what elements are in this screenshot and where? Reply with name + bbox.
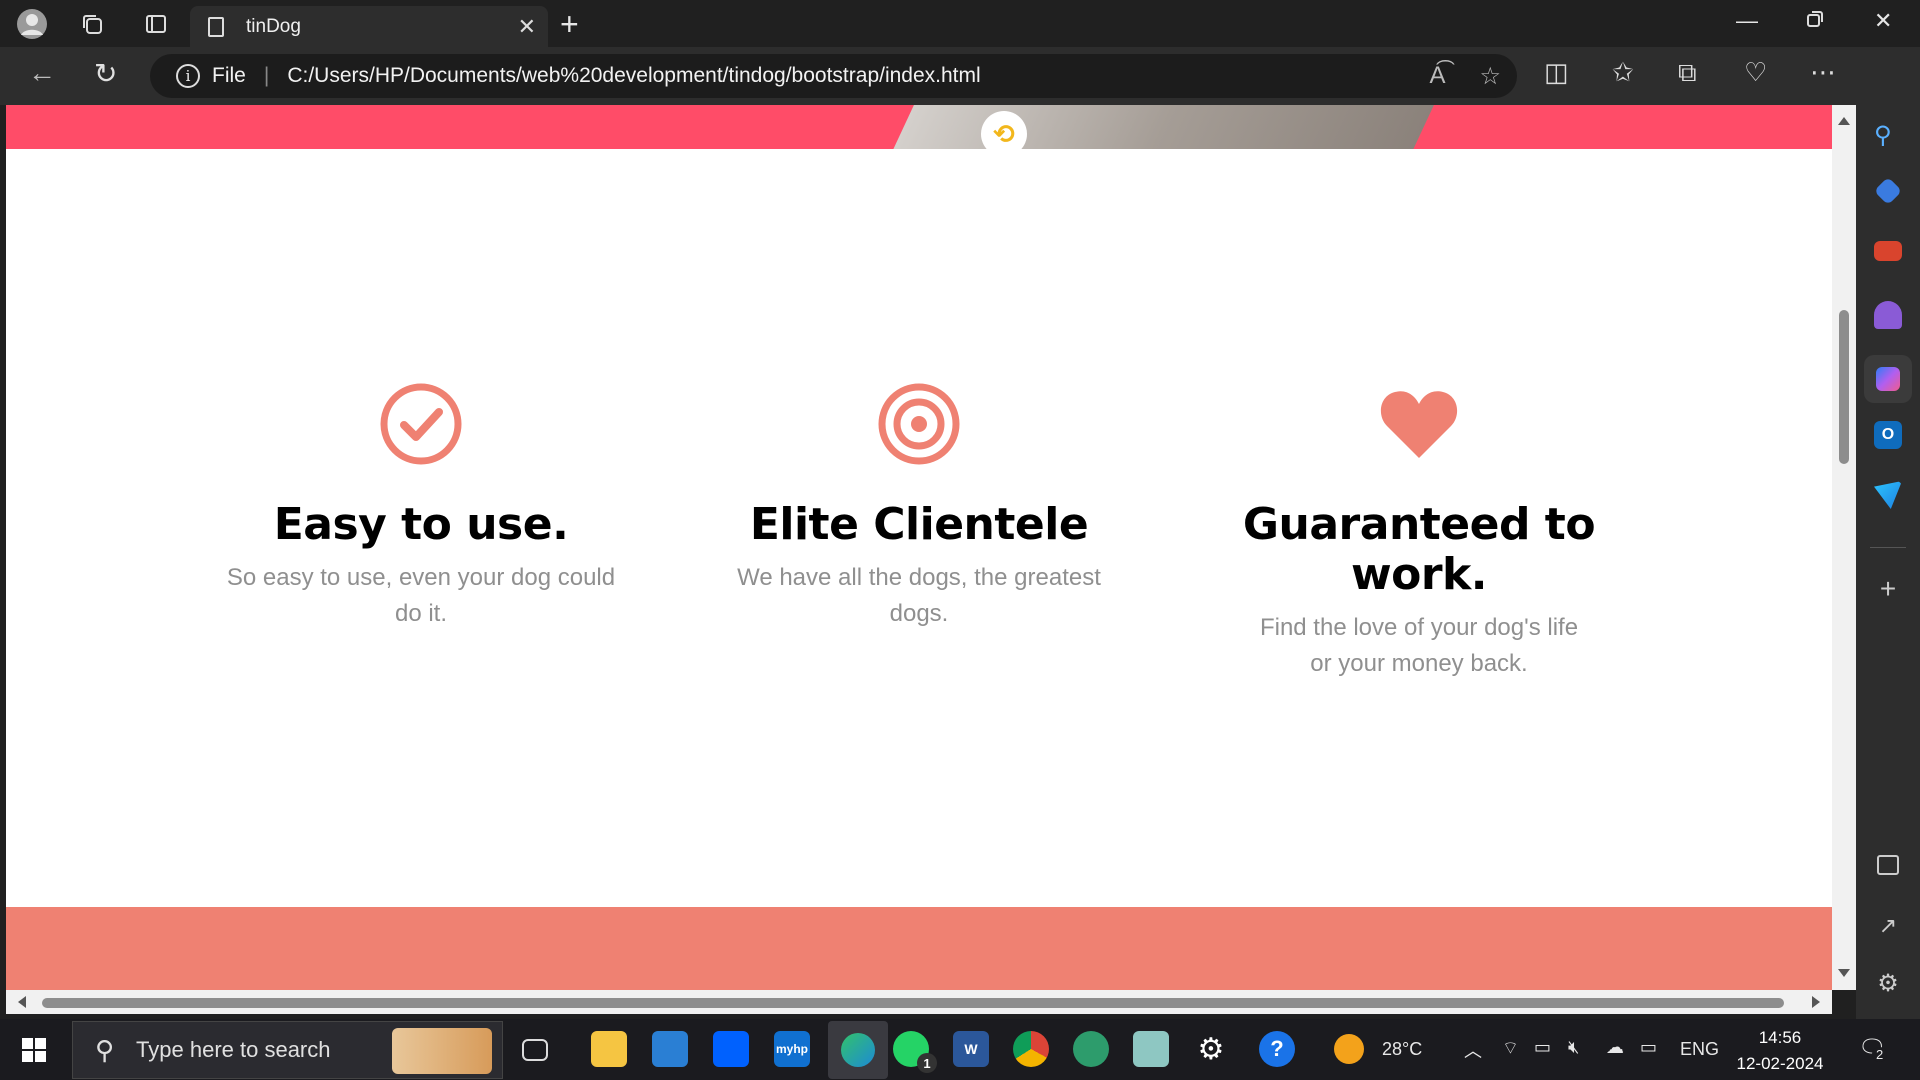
page-icon [208, 16, 224, 37]
drop-icon[interactable] [1874, 481, 1902, 509]
browser-essentials-icon[interactable]: ♡ [1744, 57, 1767, 88]
address-separator: | [263, 64, 270, 87]
display-icon[interactable]: ▭ [1534, 1037, 1551, 1058]
mail-icon[interactable] [652, 1031, 688, 1067]
refresh-badge-icon: ⟲ [981, 111, 1027, 157]
tab-tindog[interactable]: tinDog ✕ [190, 6, 548, 47]
feature-elite: Elite Clientele We have all the dogs, th… [709, 382, 1129, 632]
clock[interactable]: 14:56 12-02-2024 [1735, 1025, 1825, 1077]
weather-temp[interactable]: 28°C [1382, 1039, 1422, 1060]
feature-title: Guaranteed to work. [1242, 499, 1596, 600]
taskbar-search[interactable]: ⚲ Type here to search [72, 1021, 503, 1079]
title-bar: tinDog ✕ + — ✕ [0, 0, 1920, 47]
address-scheme: File [212, 64, 246, 87]
onedrive-icon[interactable]: ☁ [1606, 1037, 1624, 1058]
word-icon[interactable]: W [953, 1031, 989, 1067]
chrome-icon[interactable] [1013, 1031, 1049, 1067]
scroll-right-arrow-icon[interactable] [1812, 996, 1820, 1008]
tools-icon[interactable] [1874, 241, 1902, 261]
wifi-icon[interactable]: ⌔ [1502, 1037, 1519, 1060]
whatsapp-badge: 1 [917, 1053, 937, 1073]
battery-icon[interactable]: ▭ [1640, 1037, 1657, 1058]
notification-count: 2 [1872, 1047, 1888, 1062]
feature-text: We have all the dogs, the greatest dogs. [737, 564, 1101, 627]
shopping-icon[interactable] [1873, 176, 1903, 206]
sidebar-settings-icon[interactable]: ⚙ [1874, 969, 1902, 997]
weather-icon[interactable] [1334, 1034, 1364, 1064]
refresh-icon[interactable]: ↻ [94, 57, 117, 90]
phone-image [893, 105, 1439, 149]
games-icon[interactable] [1874, 301, 1902, 329]
scroll-left-arrow-icon[interactable] [18, 996, 26, 1008]
clock-time: 14:56 [1758, 1028, 1802, 1047]
taskbar: ⚲ Type here to search myhp 1 W ⚙ ? 28°C … [0, 1019, 1920, 1080]
toolbar: ← ↻ i File | C:/Users/HP/Documents/web%2… [0, 47, 1920, 105]
open-external-icon[interactable]: ↗ [1874, 913, 1902, 941]
close-window-icon[interactable]: ✕ [1874, 8, 1892, 34]
horizontal-scrollbar[interactable] [6, 990, 1832, 1014]
start-windows-icon[interactable] [22, 1038, 46, 1062]
edge-icon[interactable] [828, 1021, 888, 1079]
favorites-icon[interactable]: ✩ [1612, 57, 1634, 88]
search-placeholder: Type here to search [136, 1037, 331, 1062]
feature-title: Easy to use. [273, 499, 569, 550]
copilot-icon[interactable] [1864, 355, 1912, 403]
atom-icon[interactable] [1073, 1031, 1109, 1067]
tab-title: tinDog [246, 15, 301, 37]
feature-title: Elite Clientele [749, 499, 1089, 550]
address-url[interactable]: C:/Users/HP/Documents/web%20development/… [287, 64, 980, 88]
heart-icon [1380, 391, 1458, 458]
feature-text: Find the love of your dog's life or your… [1259, 614, 1579, 677]
vertical-scrollbar[interactable] [1832, 105, 1856, 990]
add-sidebar-app-icon[interactable]: + [1874, 575, 1902, 603]
restore-icon[interactable] [1806, 8, 1824, 34]
close-tab-icon[interactable]: ✕ [518, 14, 536, 40]
feature-easy: Easy to use. So easy to use, even your d… [211, 382, 631, 632]
hero-section: ⟲ [6, 105, 1832, 157]
myhp-icon[interactable]: myhp [774, 1031, 810, 1067]
whatsapp-icon[interactable]: 1 [893, 1031, 937, 1073]
profile-avatar-icon[interactable] [14, 6, 50, 42]
notifications-icon[interactable]: 🗨︎ 2 [1858, 1035, 1888, 1062]
site-info-icon[interactable]: i [176, 64, 200, 88]
feature-guaranteed: Guaranteed to work. Find the love of you… [1209, 382, 1629, 682]
split-screen-icon[interactable]: ◫ [1544, 57, 1569, 88]
outlook-icon[interactable]: O [1874, 421, 1902, 449]
help-icon[interactable]: ? [1259, 1031, 1295, 1067]
scroll-up-arrow-icon[interactable] [1838, 117, 1850, 125]
collections-icon[interactable]: ⧉ [1678, 57, 1697, 89]
check-circle-icon [380, 383, 462, 465]
language-indicator[interactable]: ENG [1680, 1039, 1719, 1060]
feature-text: So easy to use, even your dog could do i… [226, 564, 616, 627]
more-menu-icon[interactable]: ⋯ [1810, 57, 1836, 88]
speaker-muted-icon[interactable]: 🔇︎ [1568, 1037, 1579, 1058]
vertical-scroll-thumb[interactable] [1839, 310, 1849, 464]
show-hidden-icons-icon[interactable]: ︿ [1464, 1037, 1482, 1063]
search-icon: ⚲ [95, 1034, 115, 1065]
tab-actions-icon[interactable] [138, 6, 174, 42]
hide-sidebar-icon[interactable] [1877, 855, 1899, 875]
task-view-icon[interactable] [522, 1039, 548, 1061]
favorite-star-icon[interactable]: ☆ [1479, 62, 1501, 91]
back-icon[interactable]: ← [28, 57, 56, 89]
notes-icon[interactable] [1133, 1031, 1169, 1067]
new-tab-button[interactable]: + [560, 6, 579, 42]
horizontal-scroll-thumb[interactable] [42, 998, 1784, 1008]
workspaces-icon[interactable] [74, 6, 110, 42]
address-bar[interactable]: i File | C:/Users/HP/Documents/web%20dev… [150, 54, 1517, 98]
edge-sidebar: ⚲ O + ↗ ⚙ [1856, 105, 1920, 1019]
testimonial-section [6, 907, 1832, 990]
search-icon[interactable]: ⚲ [1874, 121, 1902, 149]
sidebar-divider [1870, 547, 1906, 548]
minimize-icon[interactable]: — [1736, 8, 1758, 34]
bullseye-icon [878, 383, 960, 465]
clock-date: 12-02-2024 [1736, 1054, 1824, 1073]
dropbox-icon[interactable] [713, 1031, 749, 1067]
page-viewport: ⟲ Easy to use. So easy to use, even your… [6, 105, 1832, 990]
file-explorer-icon[interactable] [591, 1031, 627, 1067]
scroll-down-arrow-icon[interactable] [1838, 969, 1850, 977]
search-highlight-icon [392, 1028, 492, 1074]
settings-icon[interactable]: ⚙ [1193, 1031, 1229, 1067]
read-aloud-icon[interactable]: A͡ [1429, 62, 1445, 91]
